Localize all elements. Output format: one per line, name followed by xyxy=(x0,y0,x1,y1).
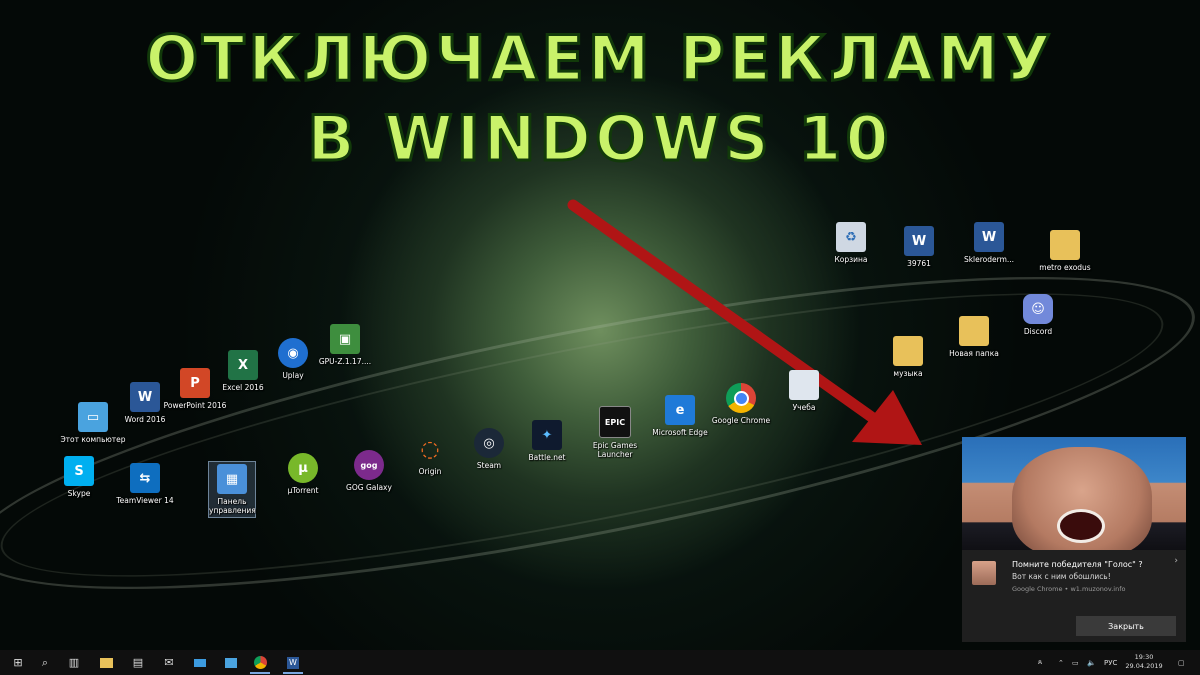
search-icon[interactable]: ⌕ xyxy=(35,653,55,672)
icon-gog[interactable]: gog GOG Galaxy xyxy=(334,450,404,492)
icon-edge[interactable]: e Microsoft Edge xyxy=(645,395,715,437)
computer-icon: ▭ xyxy=(78,402,108,432)
word-icon: W xyxy=(130,382,160,412)
chevron-up-icon[interactable]: ⌃ xyxy=(1058,650,1064,675)
notification-toast[interactable]: Помните победителя "Голос" ? Вот как с н… xyxy=(962,437,1186,642)
gog-icon: gog xyxy=(354,450,384,480)
notification-message: Вот как с ним обошлись! xyxy=(1012,572,1111,581)
task-view-icon[interactable]: ▥ xyxy=(64,653,84,672)
folder-icon xyxy=(789,370,819,400)
notification-center-icon[interactable]: ▢ xyxy=(1178,650,1185,675)
mail-icon[interactable]: ✉ xyxy=(159,653,179,672)
folder-icon xyxy=(1050,230,1080,260)
icon-google-chrome[interactable]: Google Chrome xyxy=(706,383,776,425)
word-document-icon: W xyxy=(974,222,1004,252)
discord-icon: ☺ xyxy=(1023,294,1053,324)
recycle-bin-icon: ♻ xyxy=(836,222,866,252)
excel-icon: X xyxy=(228,350,258,380)
language-indicator[interactable]: РУС xyxy=(1104,650,1117,675)
gpuz-icon: ▣ xyxy=(330,324,360,354)
epic-games-icon: EPIC xyxy=(599,406,631,438)
powerpoint-icon: P xyxy=(180,368,210,398)
edge-icon: e xyxy=(665,395,695,425)
utorrent-icon: µ xyxy=(288,453,318,483)
windows-start-icon[interactable]: ⊞ xyxy=(8,653,28,672)
people-icon[interactable]: ጰ xyxy=(1038,650,1042,675)
uplay-icon: ◉ xyxy=(278,338,308,368)
icon-control-panel[interactable]: ▦ Панель управления xyxy=(208,461,256,518)
folder-icon xyxy=(959,316,989,346)
icon-new-folder[interactable]: Новая папка xyxy=(939,316,1009,358)
network-icon[interactable]: ▭ xyxy=(1072,650,1079,675)
taskbar-clock[interactable]: 19:30 29.04.2019 xyxy=(1124,653,1164,671)
icon-skype[interactable]: S Skype xyxy=(44,456,114,498)
chrome-icon xyxy=(726,383,756,413)
steam-icon: ◎ xyxy=(474,428,504,458)
icon-epic[interactable]: EPIC Epic Games Launcher xyxy=(580,406,650,459)
notification-source: Google Chrome • w1.muzonov.info xyxy=(1012,585,1126,593)
icon-metro-exodus[interactable]: metro exodus xyxy=(1030,230,1100,272)
teamviewer-icon: ⇆ xyxy=(130,463,160,493)
icon-gpuz[interactable]: ▣ GPU-Z.1.17.... xyxy=(310,324,380,366)
notification-close-button[interactable]: Закрыть xyxy=(1076,616,1176,636)
word-taskbar-icon[interactable]: W xyxy=(283,653,303,674)
icon-music[interactable]: музыка xyxy=(873,336,943,378)
control-panel-icon: ▦ xyxy=(217,464,247,494)
skype-icon: S xyxy=(64,456,94,486)
file-explorer-icon[interactable] xyxy=(96,653,116,672)
icon-skleroderm[interactable]: W Skleroderm... xyxy=(954,222,1024,264)
battlenet-icon: ✦ xyxy=(532,420,562,450)
volume-icon[interactable]: 🔈 xyxy=(1087,650,1096,675)
word-document-icon: W xyxy=(904,226,934,256)
icon-recycle-bin[interactable]: ♻ Корзина xyxy=(816,222,886,264)
origin-icon: ◌ xyxy=(420,436,440,462)
chevron-right-icon[interactable]: › xyxy=(1174,556,1178,566)
icon-study[interactable]: Учеба xyxy=(769,370,839,412)
notification-hero-image xyxy=(962,437,1186,550)
taskbar-app-icon[interactable] xyxy=(190,653,210,672)
chrome-taskbar-icon[interactable] xyxy=(250,653,270,674)
folder-icon xyxy=(893,336,923,366)
icon-teamviewer[interactable]: ⇆ TeamViewer 14 xyxy=(110,463,180,505)
store-icon[interactable]: ▤ xyxy=(128,653,148,672)
icon-discord[interactable]: ☺ Discord xyxy=(1003,294,1073,336)
notification-thumbnail xyxy=(972,561,996,585)
taskbar-app-icon-2[interactable] xyxy=(221,653,241,672)
notification-title: Помните победителя "Голос" ? xyxy=(1012,560,1143,569)
icon-utorrent[interactable]: µ µTorrent xyxy=(268,453,338,495)
icon-39761[interactable]: W 39761 xyxy=(884,226,954,268)
taskbar: ⊞ ⌕ ▥ ▤ ✉ W ጰ ⌃ ▭ 🔈 РУС 19:30 29.04.2019… xyxy=(0,650,1200,675)
icon-origin[interactable]: ◌ Origin xyxy=(395,434,465,477)
